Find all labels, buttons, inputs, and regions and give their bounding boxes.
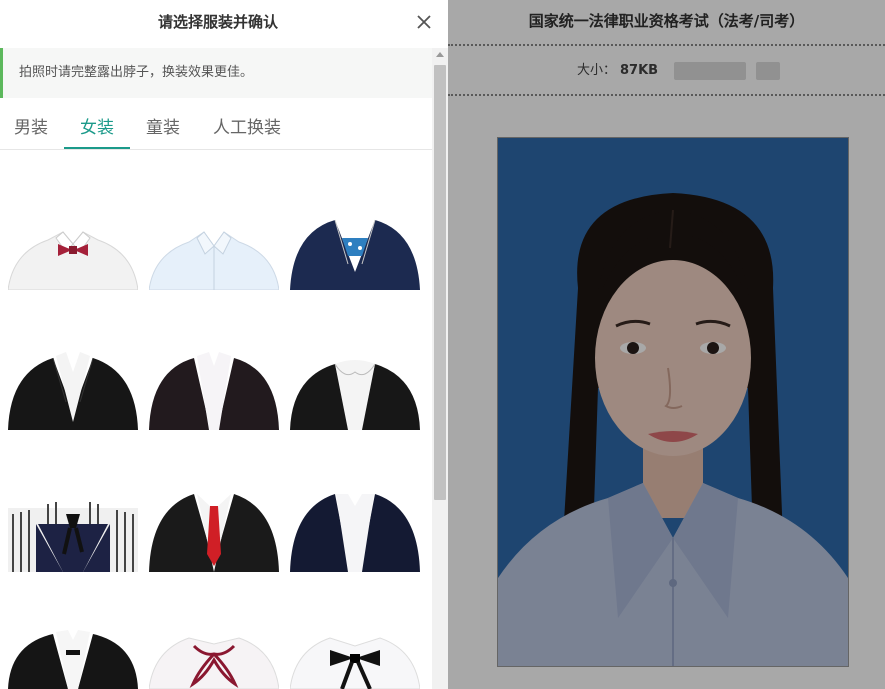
- light-blue-shirt-icon: [149, 231, 279, 290]
- tab-children[interactable]: 童装: [136, 108, 190, 149]
- navy-suit-white-shirt-icon: [290, 494, 420, 572]
- clothing-option[interactable]: [290, 494, 420, 572]
- scroll-up-arrow-icon[interactable]: [436, 52, 444, 57]
- clothing-option[interactable]: [149, 352, 279, 430]
- tab-men[interactable]: 男装: [4, 108, 58, 149]
- striped-shirt-navy-vest-icon: [8, 502, 138, 572]
- clothing-option[interactable]: [149, 212, 279, 290]
- tab-manual-change[interactable]: 人工换装: [200, 108, 294, 149]
- modal-title: 请选择服装并确认: [157, 13, 278, 31]
- clothing-option[interactable]: [149, 494, 279, 572]
- clothing-option[interactable]: [8, 630, 138, 689]
- black-suit-round-collar-icon: [290, 360, 420, 430]
- tab-women[interactable]: 女装: [64, 108, 130, 149]
- category-tabs: 男装 女装 童装 人工换装: [0, 108, 432, 150]
- clothing-option[interactable]: [149, 630, 279, 689]
- close-icon: [417, 15, 431, 29]
- clothing-option[interactable]: [290, 630, 420, 689]
- clothing-option[interactable]: [8, 494, 138, 572]
- clothing-selector-modal: 请选择服装并确认 拍照时请完整露出脖子，换装效果更佳。 男装 女装 童装 人工换…: [0, 0, 448, 689]
- white-blouse-red-ribbon-icon: [149, 637, 279, 689]
- tip-notice: 拍照时请完整露出脖子，换装效果更佳。: [0, 48, 432, 98]
- black-suit-bow-collar-icon: [8, 630, 138, 689]
- black-suit-red-tie-icon: [149, 494, 279, 572]
- white-shirt-red-bowtie-icon: [8, 231, 138, 290]
- white-blouse-black-bow-icon: [290, 637, 420, 689]
- black-suit-white-blouse-icon: [149, 352, 279, 430]
- scroll-thumb[interactable]: [434, 65, 446, 500]
- clothing-option[interactable]: [290, 352, 420, 430]
- black-suit-white-shirt-icon: [8, 352, 138, 430]
- clothing-option[interactable]: [290, 212, 420, 290]
- tip-text: 拍照时请完整露出脖子，换装效果更佳。: [19, 65, 254, 80]
- navy-blazer-blue-scarf-icon: [290, 214, 420, 290]
- scrollbar[interactable]: [432, 48, 448, 689]
- close-button[interactable]: [412, 10, 436, 34]
- clothing-option[interactable]: [8, 212, 138, 290]
- clothing-option[interactable]: [8, 352, 138, 430]
